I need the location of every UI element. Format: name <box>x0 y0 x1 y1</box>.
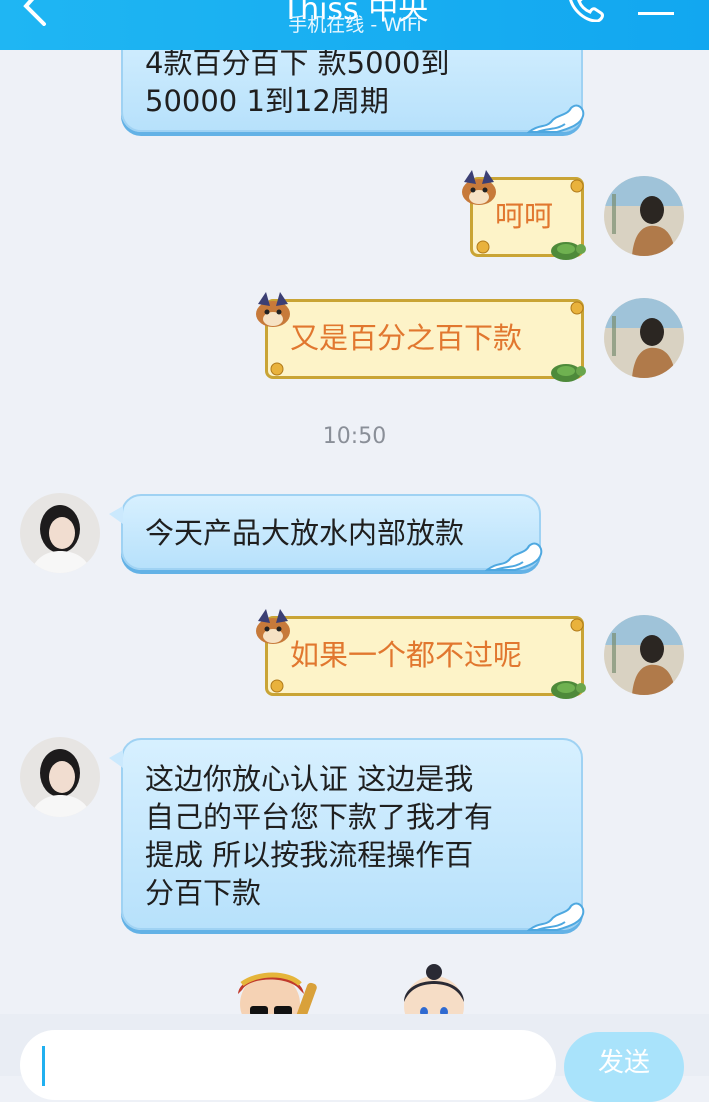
online-status: 手机在线 - WiFi <box>288 14 422 36</box>
wave-decoration-icon <box>527 902 585 931</box>
message-text: 又是百分之百下款 <box>290 321 523 355</box>
fox-sticker-icon <box>462 170 496 205</box>
menu-icon[interactable] <box>638 0 674 16</box>
timestamp: 10:50 <box>322 424 387 449</box>
my-avatar[interactable] <box>604 615 684 695</box>
message-list[interactable]: 4款百分百下 款5000到 50000 1到12周期 呵呵 又是百分之百下款 1… <box>0 50 709 1014</box>
incoming-message[interactable]: 今天产品大放水内部放款 <box>109 494 543 571</box>
message-text-line: 50000 1到12周期 <box>145 84 389 118</box>
input-bar: 发送 <box>0 1014 709 1102</box>
message-text-line: 自己的平台您下款了我才有 <box>145 800 494 834</box>
outgoing-message[interactable]: 如果一个都不过呢 <box>265 616 584 696</box>
contact-avatar[interactable] <box>20 737 100 817</box>
message-input[interactable] <box>20 1030 556 1100</box>
ornament-icon <box>476 240 490 254</box>
chevron-left-icon[interactable] <box>18 0 54 26</box>
ornament-icon <box>570 301 584 315</box>
ornament-icon <box>270 362 284 376</box>
wave-decoration-icon <box>527 104 585 133</box>
fox-sticker-icon <box>256 609 290 644</box>
message-text-line: 4款百分百下 款5000到 <box>145 50 450 80</box>
wave-decoration-icon <box>485 542 543 571</box>
text-cursor <box>42 1046 45 1086</box>
incoming-message[interactable]: 4款百分百下 款5000到 50000 1到12周期 <box>121 50 585 133</box>
contact-avatar[interactable] <box>20 493 100 573</box>
ornament-icon <box>570 179 584 193</box>
message-text-line: 分百下款 <box>145 876 262 910</box>
phone-icon[interactable] <box>566 0 604 22</box>
turtle-icon <box>551 681 586 699</box>
fox-sticker-icon <box>256 292 290 327</box>
message-text: 呵呵 <box>495 199 554 233</box>
turtle-icon <box>551 242 586 260</box>
send-button[interactable]: 发送 <box>564 1032 684 1102</box>
my-avatar[interactable] <box>604 298 684 378</box>
title-bar: Thiss 中央 手机在线 - WiFi <box>0 0 709 50</box>
turtle-icon <box>551 364 586 382</box>
incoming-message[interactable]: 这边你放心认证 这边是我 自己的平台您下款了我才有 提成 所以按我流程操作百 分… <box>109 738 585 931</box>
outgoing-message[interactable]: 又是百分之百下款 <box>265 299 584 379</box>
message-text: 今天产品大放水内部放款 <box>145 516 465 550</box>
message-text: 如果一个都不过呢 <box>290 638 523 672</box>
message-text-line: 提成 所以按我流程操作百 <box>145 838 474 872</box>
ornament-icon <box>570 618 584 632</box>
message-text-line: 这边你放心认证 这边是我 <box>145 762 474 796</box>
ornament-icon <box>270 679 284 693</box>
my-avatar[interactable] <box>604 176 684 256</box>
